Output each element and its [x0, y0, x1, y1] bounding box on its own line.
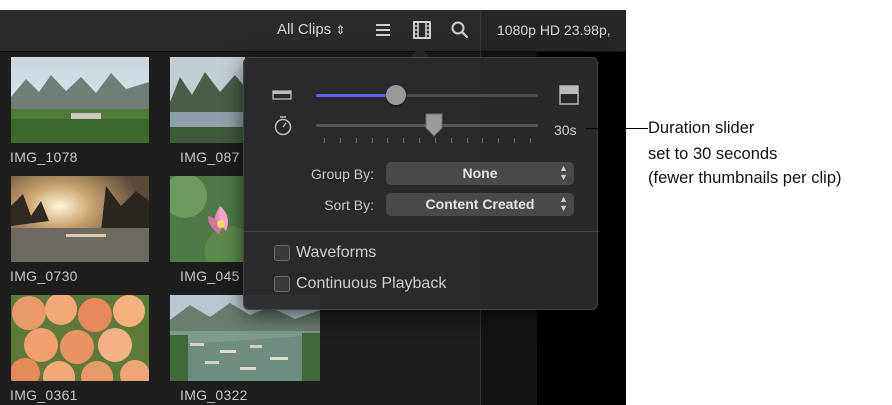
waveforms-checkbox[interactable] — [274, 245, 290, 261]
clip-label: IMG_087 — [180, 149, 240, 165]
large-thumbnail-icon — [559, 85, 579, 105]
popover-divider — [244, 231, 599, 232]
duration-tick — [466, 138, 468, 143]
duration-tick — [419, 138, 421, 143]
video-format-label: 1080p HD 23.98p, — [497, 22, 611, 38]
sort-by-popup[interactable]: Content Created ▲ ▼ — [386, 193, 574, 216]
sort-by-label: Sort By: — [324, 197, 374, 213]
duration-tick — [355, 138, 357, 143]
clip-label: IMG_045 — [180, 268, 240, 284]
duration-tick — [371, 138, 373, 143]
clip-appearance-popover: 30s Group By: None ▲ ▼ Sort By: Content C… — [243, 57, 599, 310]
clip-label: IMG_0730 — [10, 268, 78, 284]
clip-label: IMG_1078 — [10, 149, 78, 165]
viewer-toolbar: 1080p HD 23.98p, — [480, 10, 626, 52]
duration-tick — [339, 138, 341, 143]
continuous-playback-label[interactable]: Continuous Playback — [296, 275, 446, 293]
clip-thumbnail[interactable] — [11, 295, 149, 381]
search-icon[interactable] — [448, 18, 472, 42]
clip-label: IMG_0322 — [180, 387, 248, 403]
group-by-popup[interactable]: None ▲ ▼ — [386, 162, 574, 185]
clip-label: IMG_0361 — [10, 387, 78, 403]
group-by-value: None — [462, 165, 498, 181]
list-view-icon[interactable] — [371, 18, 395, 42]
duration-tick — [434, 138, 436, 143]
browser-toolbar: All Clips ⇕ — [0, 10, 480, 52]
duration-tick — [482, 138, 484, 143]
sort-by-value: Content Created — [425, 196, 535, 212]
duration-tick — [324, 138, 325, 143]
duration-tick — [450, 138, 452, 143]
duration-tick — [514, 138, 516, 143]
group-by-label: Group By: — [310, 166, 374, 182]
thumbnail-size-knob[interactable] — [385, 85, 406, 105]
clip-thumbnail[interactable] — [170, 57, 245, 143]
clip-filter-popup[interactable]: All Clips ⇕ — [277, 21, 345, 38]
duration-tick — [387, 138, 389, 143]
clip-thumbnail[interactable] — [170, 176, 245, 262]
duration-value: 30s — [554, 122, 577, 138]
clip-thumbnail[interactable] — [11, 57, 149, 143]
clip-thumbnail[interactable] — [11, 176, 149, 262]
duration-tick — [403, 138, 405, 143]
continuous-playback-checkbox[interactable] — [274, 276, 290, 292]
filmstrip-view-icon[interactable] — [410, 18, 434, 42]
waveforms-label[interactable]: Waveforms — [296, 244, 376, 262]
small-thumbnail-icon — [272, 90, 292, 100]
thumbnail-size-fill — [316, 94, 396, 97]
duration-knob[interactable] — [424, 113, 444, 138]
callout-line-2: set to 30 seconds — [648, 145, 778, 163]
stopwatch-icon — [274, 116, 292, 136]
popup-arrows-icon: ▲ ▼ — [559, 163, 568, 182]
callout-line-3: (fewer thumbnails per clip) — [648, 169, 842, 187]
callout-leader-line — [586, 128, 648, 129]
duration-tick — [530, 138, 531, 143]
duration-tick — [498, 138, 500, 143]
callout-line-1: Duration slider — [648, 119, 755, 137]
popup-arrows-icon: ▲ ▼ — [559, 194, 568, 213]
